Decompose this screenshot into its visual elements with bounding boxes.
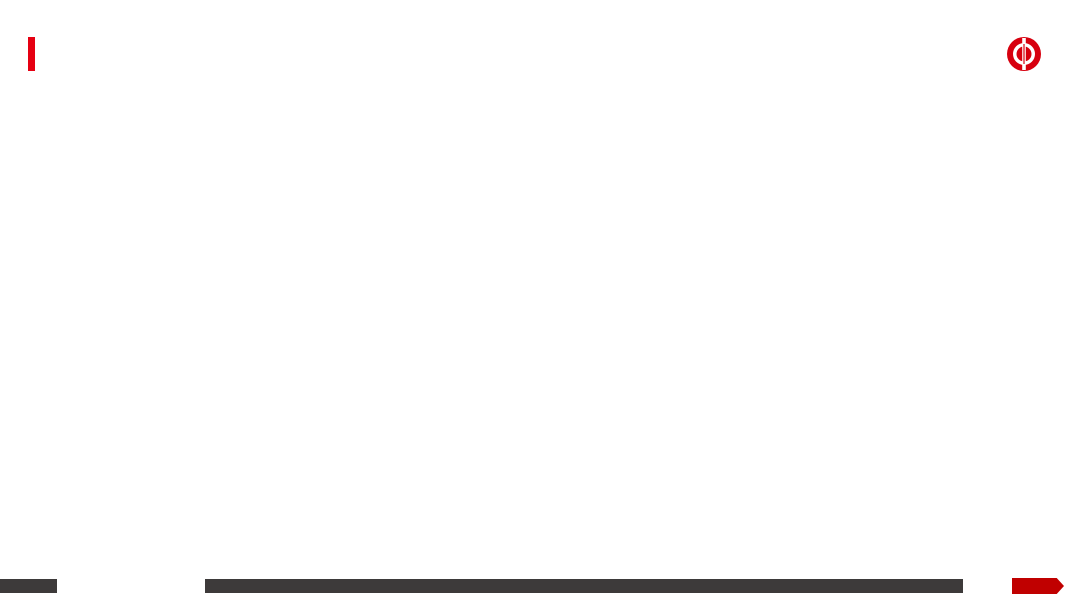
footer-bar-main bbox=[205, 579, 963, 593]
report-slide bbox=[0, 0, 1080, 608]
page-number-badge bbox=[1012, 578, 1064, 594]
smm-index-seasonality-chart bbox=[545, 350, 1070, 565]
company-logo bbox=[1004, 34, 1052, 74]
footer-bar-left bbox=[0, 579, 57, 593]
citic-logo-icon bbox=[1004, 34, 1044, 74]
smm-index-trend-chart bbox=[545, 122, 1070, 317]
alumina-futures-candlestick-chart bbox=[28, 336, 528, 581]
bullet-row bbox=[30, 120, 40, 136]
section-accent-bar bbox=[28, 37, 35, 71]
